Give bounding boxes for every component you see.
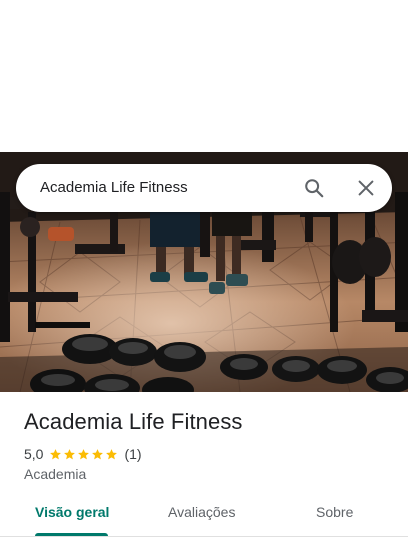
star-icon bbox=[50, 448, 62, 459]
search-query-text[interactable]: Academia Life Fitness bbox=[40, 179, 188, 196]
rating-value: 5,0 bbox=[24, 446, 44, 462]
tab-overview[interactable]: Visão geral bbox=[35, 504, 109, 520]
tab-reviews[interactable]: Avaliações bbox=[168, 504, 235, 520]
close-icon[interactable] bbox=[355, 177, 377, 199]
star-icon bbox=[92, 448, 104, 459]
star-rating bbox=[49, 448, 119, 461]
rating-row[interactable]: 5,0 (1) bbox=[24, 445, 142, 463]
tab-bar: Visão geral Avaliações Sobre bbox=[0, 496, 408, 536]
top-blank-area bbox=[0, 0, 408, 152]
star-icon bbox=[78, 448, 90, 459]
tab-divider bbox=[0, 536, 408, 537]
place-title: Academia Life Fitness bbox=[24, 409, 243, 434]
star-icon bbox=[106, 448, 118, 459]
review-count[interactable]: (1) bbox=[124, 446, 141, 462]
search-icon[interactable] bbox=[303, 177, 325, 199]
place-category: Academia bbox=[24, 466, 87, 482]
search-bar[interactable]: Academia Life Fitness bbox=[16, 164, 392, 212]
tab-about[interactable]: Sobre bbox=[316, 504, 353, 520]
star-icon bbox=[64, 448, 76, 459]
